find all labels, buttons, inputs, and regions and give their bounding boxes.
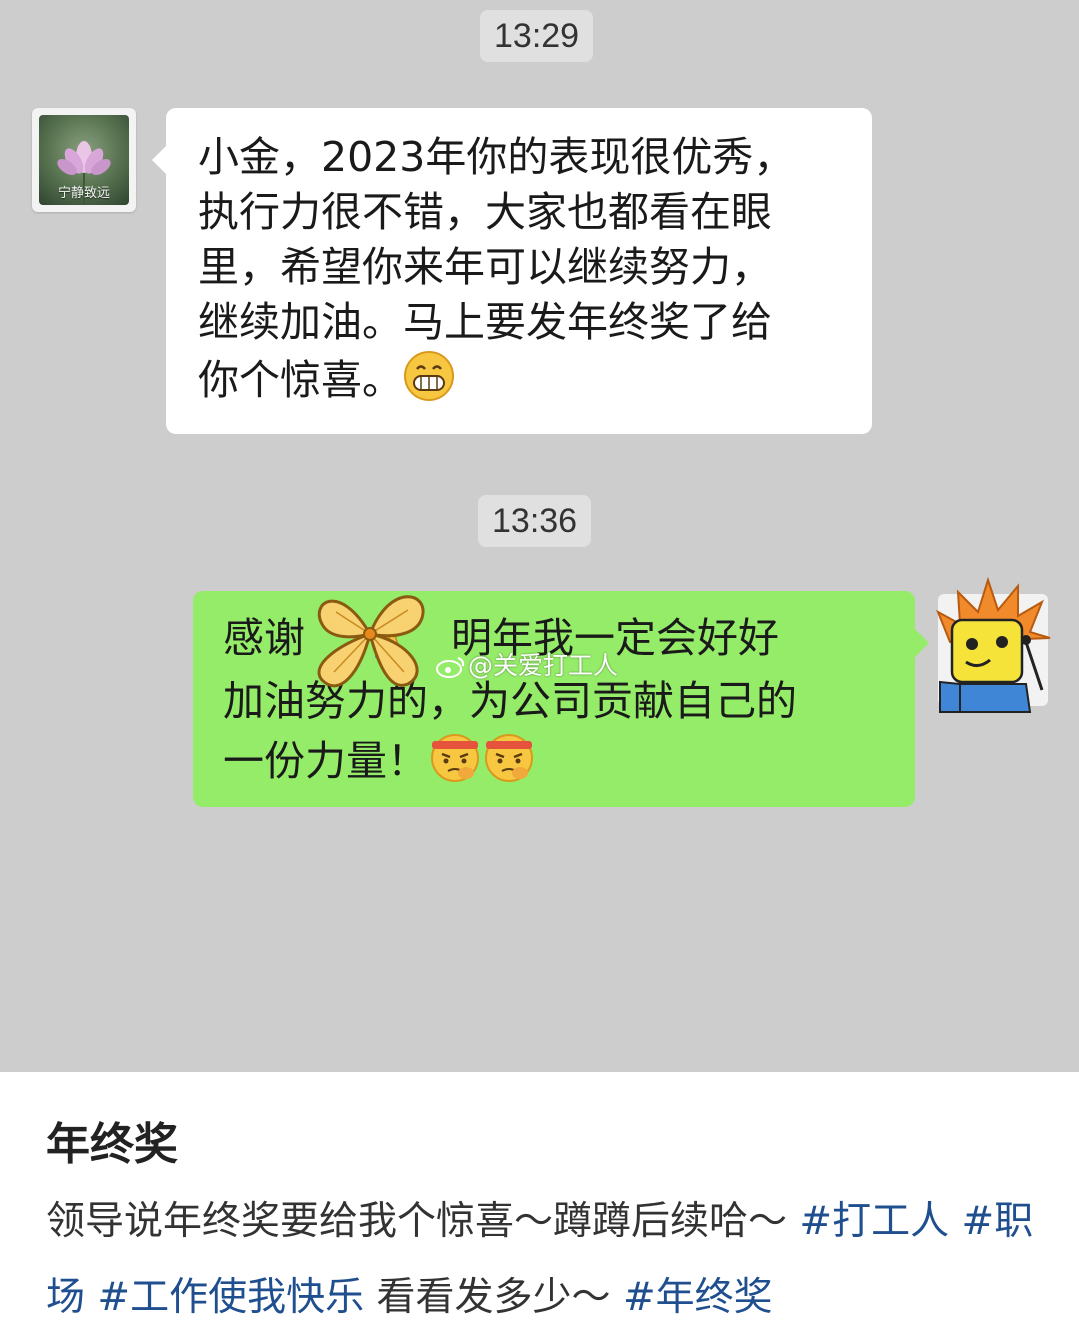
message-line: 你个惊喜。 [198,350,848,416]
message-line: 里，希望你来年可以继续努力， [198,243,772,291]
weibo-icon [436,654,466,678]
incoming-message-bubble[interactable]: 小金，2023年你的表现很优秀， 执行力很不错，大家也都看在眼 里，希望你来年可… [152,108,872,434]
flower-sticker-icon [300,572,440,702]
message-text: 感谢 [223,614,305,662]
timestamp: 13:36 [478,495,592,547]
watermark-text: @关爱打工人 [468,651,619,680]
post-text: 看看发多少～ [376,1275,611,1320]
hashtag-link[interactable]: #工作使我快乐 [97,1275,364,1320]
grin-emoji-icon [403,350,455,416]
post-card: 年终奖 领导说年终奖要给我个惊喜～蹲蹲后续哈～ #打工人 #职场 #工作使我快乐… [0,1072,1079,1328]
timestamp: 13:29 [480,10,594,62]
weibo-watermark: @关爱打工人 [436,646,618,682]
determined-emoji-icon [428,729,482,797]
message-line: 继续加油。马上要发年终奖了给 [198,298,772,346]
own-avatar[interactable] [930,572,1054,714]
post-text: 领导说年终奖要给我个惊喜～蹲蹲后续哈～ [46,1199,788,1244]
message-line: 一份力量！ [223,729,891,797]
hashtag-link[interactable]: #年终奖 [623,1275,773,1320]
message-text: 一份力量！ [223,737,428,785]
message-line: 执行力很不错，大家也都看在眼 [198,188,772,236]
message-text: 你个惊喜。 [198,356,403,404]
determined-emoji-icon [482,729,536,797]
post-title: 年终奖 [46,1119,178,1170]
message-line: 小金，2023年你的表现很优秀， [198,133,795,181]
lotus-picture: 宁静致远 [39,115,129,205]
chat-area: 13:29 宁静致远 小金，2023年你的表现很优秀， 执行力很不错，大家也都看… [0,0,1079,1072]
sender-avatar[interactable]: 宁静致远 [32,108,136,212]
hashtag-link[interactable]: #打工人 [799,1199,949,1244]
avatar-caption: 宁静致远 [57,186,110,201]
post-body: 领导说年终奖要给我个惊喜～蹲蹲后续哈～ #打工人 #职场 #工作使我快乐 看看发… [46,1184,1046,1336]
